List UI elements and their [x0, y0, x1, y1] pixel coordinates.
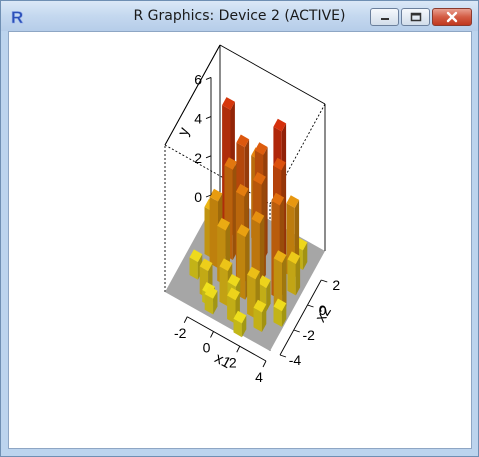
z-axis-label: y — [175, 125, 194, 138]
x2-tick-label: -4 — [289, 352, 302, 368]
maximize-icon — [410, 12, 421, 22]
bar-face — [287, 259, 296, 296]
z-tick — [205, 76, 212, 80]
close-icon — [446, 11, 458, 23]
x2-tick — [279, 354, 287, 358]
z-tick — [205, 116, 212, 120]
x2-axis-label: x2 — [312, 303, 335, 325]
x1-tick — [210, 331, 214, 338]
bar-face — [219, 266, 228, 307]
box-edge — [219, 44, 326, 105]
x1-tick-label: 0 — [203, 340, 211, 356]
z-tick-label: 4 — [194, 111, 202, 127]
x2-tick-label: -2 — [303, 327, 316, 343]
z-tick-label: 6 — [194, 71, 202, 87]
x2-tick — [307, 304, 314, 308]
x2-tick — [321, 279, 328, 283]
z-tick — [205, 155, 212, 159]
bar — [287, 251, 301, 296]
bar-face — [209, 196, 218, 269]
x2-tick-label: 2 — [332, 277, 340, 293]
maximize-button[interactable] — [401, 8, 430, 26]
bar — [253, 299, 267, 332]
z-tick-label: 2 — [194, 150, 202, 166]
minimize-button[interactable] — [370, 8, 399, 26]
x1-tick — [236, 346, 241, 353]
z-tick-label: 0 — [194, 189, 202, 205]
x1-tick — [262, 360, 267, 368]
x1-tick-label: 4 — [255, 369, 263, 385]
box-edge — [164, 44, 221, 146]
title-bar[interactable]: R R Graphics: Device 2 (ACTIVE) — [1, 1, 478, 31]
x1-tick-label: -2 — [174, 325, 187, 341]
x1-tick — [183, 316, 188, 323]
close-button[interactable] — [432, 8, 472, 26]
x2-tick — [293, 329, 300, 333]
minimize-icon — [380, 18, 389, 20]
bar3d-chart: 0246y-2024x1 -4-202x2 — [164, 44, 340, 385]
r-graphics-window: R R Graphics: Device 2 (ACTIVE) 0 2 4 6 y -2 0… — [0, 0, 479, 457]
plot-area: 0 2 4 6 y -2 0 2 4 x1 -4 -2 0 2 x2 — [8, 31, 472, 449]
